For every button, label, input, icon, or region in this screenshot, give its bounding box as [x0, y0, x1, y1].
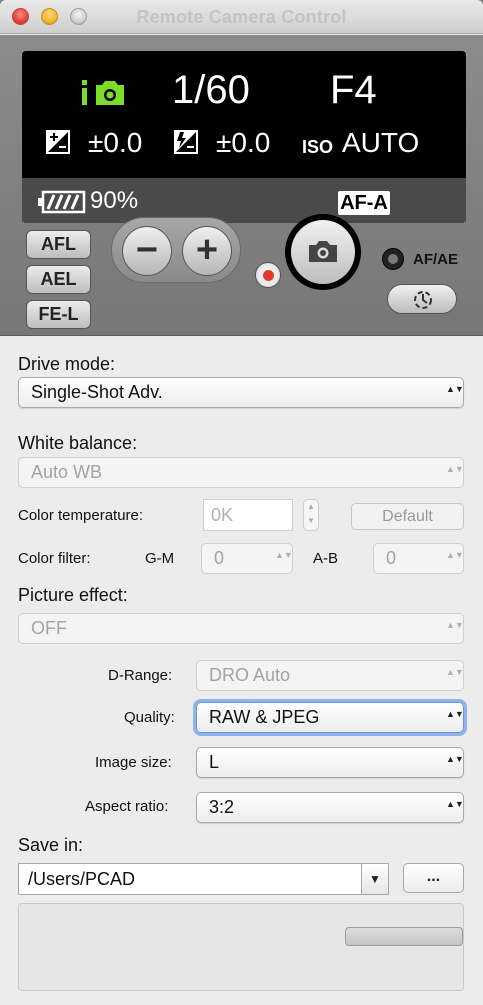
d-range-label: D-Range:	[108, 667, 173, 684]
save-path-dropdown[interactable]: ▼	[361, 863, 389, 895]
updown-arrows-icon: ▲▼	[446, 799, 464, 809]
settings-form: Drive mode: Single-Shot Adv. ▲▼ White ba…	[0, 337, 483, 1005]
aspect-ratio-select[interactable]: 3:2 ▲▼	[196, 792, 464, 823]
drive-mode-value: Single-Shot Adv.	[31, 382, 163, 402]
picture-effect-value: OFF	[31, 618, 67, 638]
camera-control-panel: 1/60 F4 ±0.0 ±0.0 ISO AUTO 90% AF-A AFL …	[0, 35, 483, 336]
white-balance-value: Auto WB	[31, 462, 103, 482]
camera-settings-button[interactable]	[387, 284, 457, 314]
d-range-select[interactable]: DRO Auto ▲▼	[196, 660, 464, 691]
exposure-compensation-value: ±0.0	[88, 127, 143, 158]
afl-button[interactable]: AFL	[26, 230, 91, 259]
aspect-ratio-label: Aspect ratio:	[85, 798, 169, 815]
chevron-down-icon: ▼	[369, 872, 381, 886]
log-area	[18, 903, 464, 991]
zoom-control: − +	[111, 217, 241, 283]
drive-mode-label: Drive mode:	[18, 354, 116, 374]
intelligent-auto-camera-icon	[82, 80, 124, 105]
af-ae-toggle[interactable]	[382, 248, 404, 270]
shutter-button-face	[291, 220, 355, 284]
updown-arrows-icon: ▲▼	[446, 384, 464, 394]
ab-label: A-B	[313, 550, 339, 567]
white-balance-select[interactable]: Auto WB ▲▼	[18, 457, 464, 488]
camera-icon	[309, 241, 337, 262]
af-ae-label: AF/AE	[413, 251, 458, 268]
browse-button[interactable]: ...	[403, 863, 464, 893]
shutter-release-button[interactable]	[285, 214, 361, 290]
iso-value: AUTO	[342, 127, 420, 158]
updown-arrows-icon: ▲▼	[446, 667, 464, 677]
record-movie-button[interactable]	[255, 262, 281, 288]
quality-value: RAW & JPEG	[209, 707, 320, 727]
flash-compensation-icon	[174, 130, 198, 154]
save-path-field[interactable]: /Users/PCAD	[18, 863, 362, 895]
focus-mode-badge: AF-A	[338, 191, 390, 215]
iso-label: ISO	[302, 137, 334, 157]
save-in-label: Save in:	[18, 835, 84, 855]
image-size-label: Image size:	[95, 754, 172, 771]
quality-label: Quality:	[124, 709, 175, 726]
lcd-status-bar	[22, 178, 466, 223]
picture-effect-select[interactable]: OFF ▲▼	[18, 613, 464, 644]
remote-camera-control-window: Remote Camera Control 1/60 F4 ±0.0 ±0.0 …	[0, 0, 483, 1005]
ael-button[interactable]: AEL	[26, 265, 91, 294]
quality-select[interactable]: RAW & JPEG ▲▼	[196, 702, 464, 733]
progress-bar	[345, 927, 463, 946]
image-size-value: L	[209, 752, 220, 772]
gm-label: G-M	[145, 550, 175, 567]
exposure-compensation-icon	[46, 130, 70, 154]
zoom-in-button[interactable]: +	[182, 226, 232, 276]
white-balance-label: White balance:	[18, 433, 138, 453]
color-temperature-stepper[interactable]: ▲ ▼	[303, 499, 319, 531]
image-size-select[interactable]: L ▲▼	[196, 747, 464, 778]
window-title: Remote Camera Control	[136, 7, 347, 27]
battery-level: 90%	[90, 187, 139, 214]
color-temperature-field[interactable]: 0K	[203, 499, 293, 531]
updown-arrows-icon: ▲▼	[446, 709, 464, 719]
zoom-out-button[interactable]: −	[122, 226, 172, 276]
d-range-value: DRO Auto	[209, 665, 291, 685]
updown-arrows-icon: ▲▼	[446, 464, 464, 474]
shutter-speed-value: 1/60	[172, 68, 250, 112]
flash-compensation-value: ±0.0	[216, 127, 271, 158]
color-filter-label: Color filter:	[18, 550, 91, 567]
ab-value: 0	[386, 548, 397, 568]
updown-arrows-icon: ▲▼	[446, 620, 464, 630]
title-bar: Remote Camera Control	[0, 0, 483, 34]
updown-arrows-icon: ▲▼	[446, 550, 464, 560]
gm-select[interactable]: 0 ▲▼	[201, 543, 293, 574]
battery-icon	[38, 190, 86, 214]
drive-mode-select[interactable]: Single-Shot Adv. ▲▼	[18, 377, 464, 408]
gm-value: 0	[214, 548, 225, 568]
default-button[interactable]: Default	[351, 503, 464, 530]
color-temperature-label: Color temperature:	[18, 507, 144, 524]
updown-arrows-icon: ▲▼	[275, 550, 293, 560]
aperture-value: F4	[330, 68, 377, 112]
fe-lock-button[interactable]: FE-L	[26, 300, 91, 329]
self-timer-icon	[414, 291, 432, 309]
aspect-ratio-value: 3:2	[209, 797, 235, 817]
ab-select[interactable]: 0 ▲▼	[373, 543, 464, 574]
updown-arrows-icon: ▲▼	[446, 754, 464, 764]
camera-status-display: 1/60 F4 ±0.0 ±0.0 ISO AUTO 90% AF-A	[22, 51, 466, 223]
picture-effect-label: Picture effect:	[18, 585, 128, 605]
